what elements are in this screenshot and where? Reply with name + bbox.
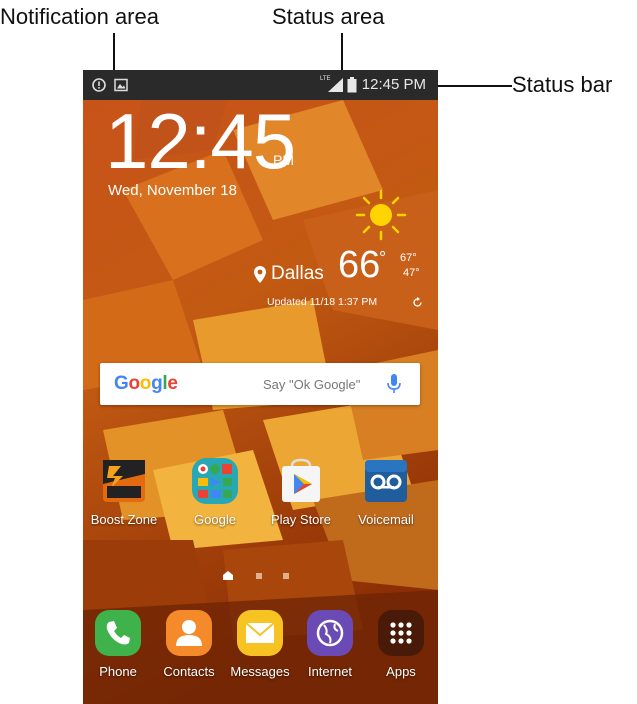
page-dot — [256, 573, 262, 579]
weather-city[interactable]: Dallas — [271, 263, 324, 285]
app-label: Play Store — [271, 512, 331, 527]
notification-area-callout: Notification area — [0, 4, 159, 29]
refresh-icon[interactable] — [412, 297, 423, 308]
sun-icon[interactable] — [353, 187, 409, 243]
image-notification-icon — [114, 78, 128, 92]
app-label: Apps — [386, 664, 416, 679]
google-search-bar[interactable]: Google Say "Ok Google" — [100, 363, 420, 405]
google-folder-icon — [192, 458, 238, 504]
app-label: Internet — [307, 664, 353, 679]
internet-icon — [307, 610, 353, 656]
weather-degree: ° — [379, 248, 387, 268]
location-pin-icon — [254, 266, 266, 283]
weather-low: 47° — [403, 267, 420, 279]
network-type-label: LTE — [320, 76, 331, 82]
google-logo: Google — [114, 373, 178, 394]
notification-area-leader — [113, 33, 115, 73]
contacts-icon — [166, 610, 212, 656]
clock-date[interactable]: Wed, November 18 — [108, 182, 237, 199]
messages-icon — [237, 610, 283, 656]
status-bar-leader — [438, 85, 512, 87]
app-label: Contacts — [163, 664, 215, 679]
microphone-icon[interactable] — [386, 373, 402, 395]
status-bar-callout: Status bar — [512, 72, 613, 97]
phone-screen: LTE 12:45 PM 12:45 PM Wed, November 18 D… — [83, 70, 438, 704]
page-indicator[interactable] — [83, 570, 438, 582]
home-page-dot — [223, 571, 233, 580]
weather-temp: 66 — [338, 244, 381, 286]
app-label: Google — [194, 512, 236, 527]
app-label: Voicemail — [358, 512, 414, 527]
page-dot — [283, 573, 289, 579]
apps-grid-icon — [378, 610, 424, 656]
weather-updated: Updated 11/18 1:37 PM — [267, 296, 378, 308]
status-time: 12:45 PM — [361, 76, 426, 93]
alert-icon — [92, 78, 106, 92]
clock-time[interactable]: 12:45 — [105, 102, 296, 180]
battery-icon — [347, 77, 357, 93]
clock-ampm: PM — [273, 152, 294, 168]
status-area-leader — [341, 33, 343, 73]
play-store-icon — [282, 458, 320, 502]
boost-zone-icon — [103, 460, 145, 502]
voicemail-icon — [365, 460, 407, 502]
phone-icon — [95, 610, 141, 656]
search-hint: Say "Ok Google" — [263, 377, 361, 392]
weather-high: 67° — [400, 252, 417, 264]
status-area-callout: Status area — [272, 4, 385, 29]
app-label: Boost Zone — [90, 512, 158, 527]
status-bar[interactable]: LTE 12:45 PM — [83, 70, 438, 100]
